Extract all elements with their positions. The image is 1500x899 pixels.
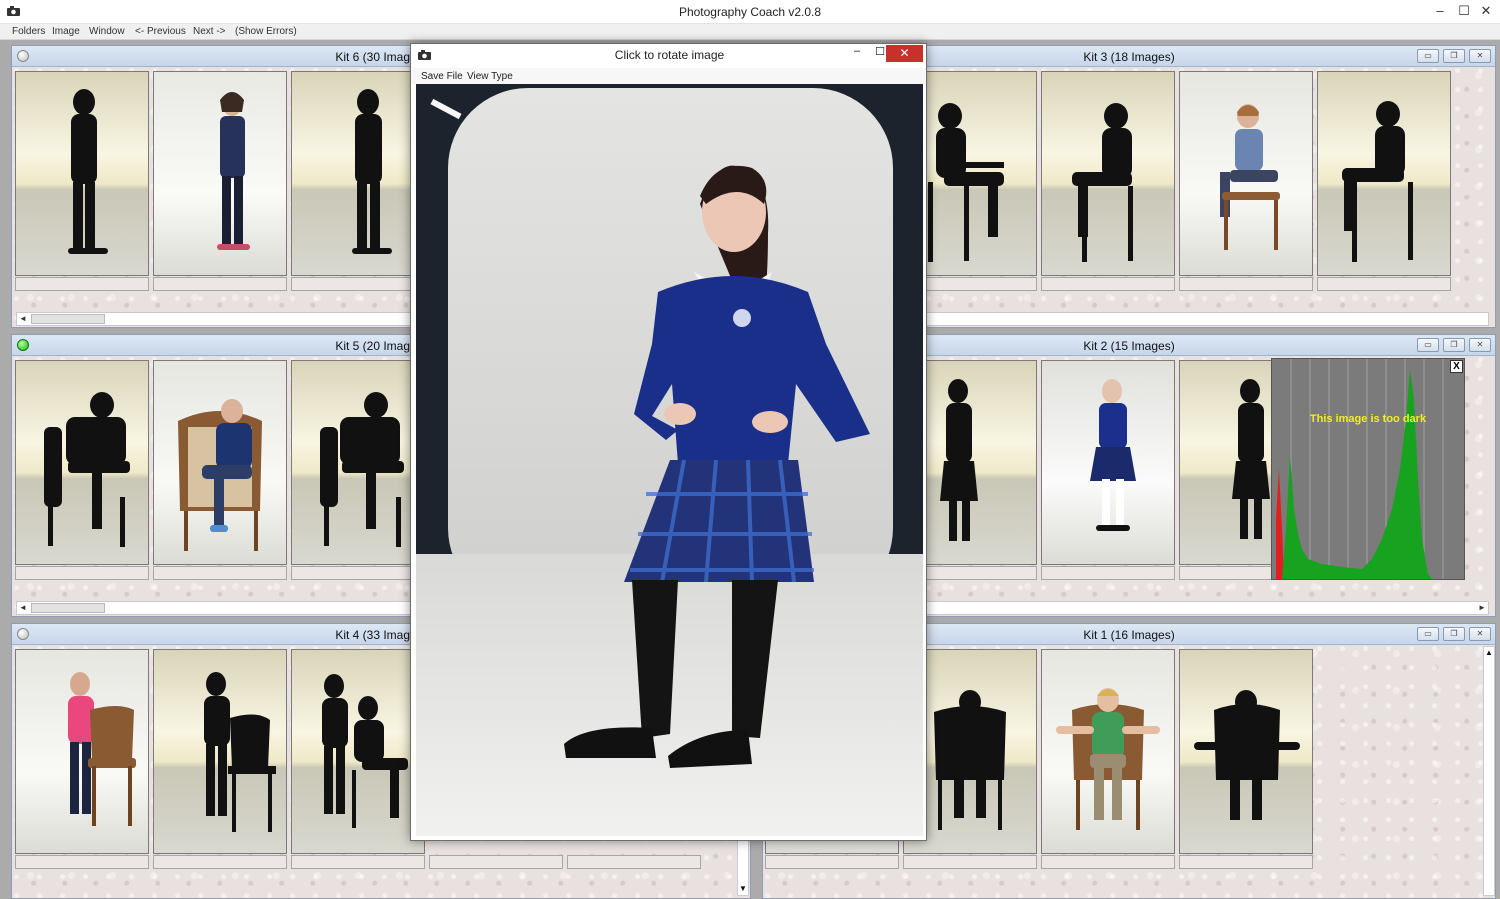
scrollbar-thumb[interactable] (31, 603, 105, 613)
kit-5-caption-3 (291, 566, 425, 580)
kit-5-caption-2 (153, 566, 287, 580)
kit-4-caption-2 (153, 855, 287, 869)
kit-2-minimize-button[interactable]: ▭ (1417, 338, 1439, 352)
silhouette-seated (1194, 690, 1300, 820)
silhouette-standing (352, 89, 392, 254)
kit-2-restore-button[interactable]: ❐ (1443, 338, 1465, 352)
app-title: Photography Coach v2.0.8 (678, 5, 822, 19)
kit-3-close-button[interactable]: ✕ (1469, 49, 1491, 63)
photo-boy-seated (1220, 104, 1280, 250)
menu-show-errors[interactable]: (Show Errors) (235, 26, 297, 37)
kit-4-caption-5 (567, 855, 701, 869)
silhouette-seated (1072, 103, 1133, 262)
kit-1-caption-2 (903, 855, 1037, 869)
histogram-close-button[interactable]: X (1450, 360, 1463, 373)
kit-1-caption-3 (1041, 855, 1175, 869)
scroll-left-arrow-icon[interactable]: ◄ (17, 602, 29, 614)
kit-6-caption-2 (153, 277, 287, 291)
photo-girl-standing (217, 92, 250, 250)
kit-1-caption-1 (765, 855, 899, 869)
kit-6-caption-3 (291, 277, 425, 291)
menu-next[interactable]: Next -> (193, 26, 226, 37)
kit-2-caption-2 (1041, 566, 1175, 580)
kit-3-caption-3 (1179, 277, 1313, 291)
viewer-close-button[interactable]: ✕ (886, 45, 923, 62)
kit-3-restore-button[interactable]: ❐ (1443, 49, 1465, 63)
histogram-warning-text: This image is too dark (1309, 413, 1427, 425)
menu-previous[interactable]: <- Previous (135, 26, 186, 37)
photo-girl-school-uniform (416, 84, 923, 836)
scroll-down-arrow-icon[interactable]: ▼ (738, 883, 748, 895)
viewer-photo[interactable] (416, 84, 923, 836)
histogram-panel: X This image is too dark (1271, 358, 1465, 580)
kit-1-close-button[interactable]: ✕ (1469, 627, 1491, 641)
kit-1-restore-button[interactable]: ❐ (1443, 627, 1465, 641)
silhouette-seated (320, 392, 404, 547)
silhouette-seated (44, 392, 130, 547)
kit-4-caption-1 (15, 855, 149, 869)
kit-2-close-button[interactable]: ✕ (1469, 338, 1491, 352)
menu-bar: Folders Image Window <- Previous Next ->… (0, 24, 1500, 40)
kit-1-thumb-3[interactable] (1041, 649, 1175, 854)
photo-girl-standing-uniform (1090, 379, 1136, 531)
viewer-menu-bar: Save File View Type (411, 68, 926, 84)
scroll-left-arrow-icon[interactable]: ◄ (17, 313, 29, 325)
kit-5-thumb-2[interactable] (153, 360, 287, 565)
silhouette-with-chair (204, 672, 276, 832)
kit-5-caption-1 (15, 566, 149, 580)
scrollbar-thumb[interactable] (31, 314, 105, 324)
scroll-right-arrow-icon[interactable]: ► (1476, 602, 1488, 614)
kit-4-thumb-1[interactable] (15, 649, 149, 854)
kit-5-thumb-3[interactable] (291, 360, 425, 565)
kit-1-caption-4 (1179, 855, 1313, 869)
kit-4-thumb-3[interactable] (291, 649, 425, 854)
menu-image[interactable]: Image (52, 26, 80, 37)
kit-4-thumb-2[interactable] (153, 649, 287, 854)
app-titlebar: Photography Coach v2.0.8 – ☐ ✕ (0, 0, 1500, 24)
kit-1-thumb-4[interactable] (1179, 649, 1313, 854)
kit-6-thumb-1[interactable] (15, 71, 149, 276)
kit-1-minimize-button[interactable]: ▭ (1417, 627, 1439, 641)
photo-boy-in-chair (178, 399, 262, 551)
kit-6-caption-1 (15, 277, 149, 291)
histogram-graph (1276, 359, 1444, 579)
window-close-button[interactable]: ✕ (1472, 0, 1500, 22)
kit-3-thumb-3[interactable] (1179, 71, 1313, 276)
kit-5-thumb-1[interactable] (15, 360, 149, 565)
kit-3-caption-4 (1317, 277, 1451, 291)
kit-4-caption-4 (429, 855, 563, 869)
silhouette-standing (68, 89, 108, 254)
silhouette-two-children (322, 674, 408, 828)
kit-3-caption-2 (1041, 277, 1175, 291)
kit-3-minimize-button[interactable]: ▭ (1417, 49, 1439, 63)
viewer-menu-view-type[interactable]: View Type (467, 71, 513, 82)
kit-4-caption-3 (291, 855, 425, 869)
viewer-minimize-button[interactable]: – (848, 45, 866, 61)
kit-6-thumb-3[interactable] (291, 71, 425, 276)
photo-boy-in-chair (1056, 688, 1160, 830)
image-viewer-window: Click to rotate image – ☐ ✕ Save File Vi… (410, 43, 927, 841)
kit-2-thumb-2[interactable] (1041, 360, 1175, 565)
silhouette-seated (1342, 101, 1413, 262)
kit-1-vertical-scrollbar[interactable]: ▲ (1483, 646, 1495, 896)
scroll-up-arrow-icon[interactable]: ▲ (1484, 647, 1494, 659)
viewer-menu-save-file[interactable]: Save File (421, 71, 463, 82)
kit-6-thumb-2[interactable] (153, 71, 287, 276)
kit-3-thumb-4[interactable] (1317, 71, 1451, 276)
kit-3-thumb-2[interactable] (1041, 71, 1175, 276)
photo-girl-with-chair (68, 672, 136, 826)
menu-folders[interactable]: Folders (12, 26, 45, 37)
menu-window[interactable]: Window (89, 26, 125, 37)
